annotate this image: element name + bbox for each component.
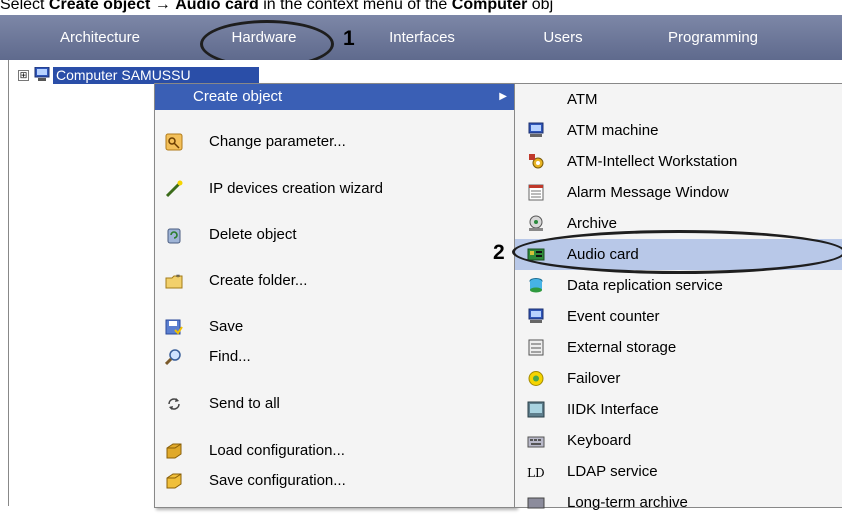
load-configuration-icon [166, 443, 182, 459]
submenu-item-alarm-message-window[interactable]: Alarm Message Window [515, 177, 842, 208]
magnifier-icon [165, 349, 181, 366]
svg-text:LDI: LDI [527, 466, 545, 480]
create-object-submenu: ATM ATM machine ATM-Intellect Workstatio… [514, 83, 842, 511]
tab-programming[interactable]: Programming [648, 15, 778, 60]
submenu-item-long-term-archive[interactable]: Long-term archive [515, 487, 842, 518]
menu-item-create-folder[interactable]: * Create folder... [155, 268, 515, 294]
submenu-item-atm[interactable]: ATM [515, 84, 842, 115]
svg-text:*: * [176, 273, 180, 282]
menu-item-ip-wizard[interactable]: IP devices creation wizard [155, 176, 515, 202]
tab-interfaces[interactable]: Interfaces [370, 15, 474, 60]
ldap-icon: LDI [527, 466, 545, 480]
submenu-item-atm-machine[interactable]: ATM machine [515, 115, 842, 146]
menu-item-send-to-all[interactable]: Send to all [155, 391, 515, 417]
keyboard-icon [527, 436, 545, 448]
submenu-item-iidk-interface[interactable]: IIDK Interface [515, 394, 842, 425]
submenu-item-event-counter[interactable]: Event counter [515, 301, 842, 332]
submenu-item-ldap-service[interactable]: LDI LDAP service [515, 456, 842, 487]
menu-item-save[interactable]: Save [155, 314, 515, 340]
storage-icon [528, 339, 544, 356]
key-icon [165, 133, 183, 151]
message-window-icon [528, 184, 544, 201]
main-tab-bar: Architecture Hardware Interfaces Users P… [0, 15, 842, 60]
submenu-item-failover[interactable]: Failover [515, 363, 842, 394]
long-term-archive-icon [527, 497, 545, 509]
context-menu: Create object ▶ Change parameter... IP d… [154, 83, 516, 508]
gear-tools-icon [529, 154, 544, 169]
menu-item-save-configuration[interactable]: Save configuration... [155, 468, 515, 494]
sync-icon [168, 398, 180, 410]
submenu-item-external-storage[interactable]: External storage [515, 332, 842, 363]
failover-icon [528, 371, 544, 386]
folder-icon: * [165, 273, 183, 289]
menu-item-delete-object[interactable]: Delete object [155, 222, 515, 248]
save-icon [165, 319, 183, 335]
submenu-item-data-replication-service[interactable]: Data replication service [515, 270, 842, 301]
save-configuration-icon [166, 473, 182, 489]
tree-expand-toggle[interactable]: ⊞ [18, 70, 29, 81]
interface-icon [527, 401, 545, 418]
tree-item-computer[interactable]: Computer SAMUSSU [53, 67, 259, 84]
submenu-arrow-icon: ▶ [499, 91, 507, 102]
tab-users[interactable]: Users [528, 15, 598, 60]
tab-architecture[interactable]: Architecture [44, 15, 156, 60]
recycle-bin-icon [167, 228, 181, 244]
menu-item-load-configuration[interactable]: Load configuration... [155, 438, 515, 464]
menu-item-find[interactable]: Find... [155, 344, 515, 370]
annotation-step-1: 1 [343, 27, 355, 50]
computer-icon [34, 67, 50, 81]
instruction-caption: Select Create object → Audio card in the… [0, 0, 554, 13]
database-icon [529, 278, 543, 293]
archive-icon [529, 215, 543, 231]
menu-item-create-object[interactable]: Create object ▶ [155, 84, 515, 110]
submenu-item-keyboard[interactable]: Keyboard [515, 425, 842, 456]
menu-item-change-parameter[interactable]: Change parameter... [155, 129, 515, 155]
annotation-ellipse-audio-card [512, 230, 842, 274]
annotation-step-2: 2 [493, 241, 505, 264]
wand-icon [165, 180, 183, 198]
submenu-item-atm-intellect-workstation[interactable]: ATM-Intellect Workstation [515, 146, 842, 177]
monitor-icon [528, 122, 544, 137]
monitor-icon [528, 308, 544, 323]
